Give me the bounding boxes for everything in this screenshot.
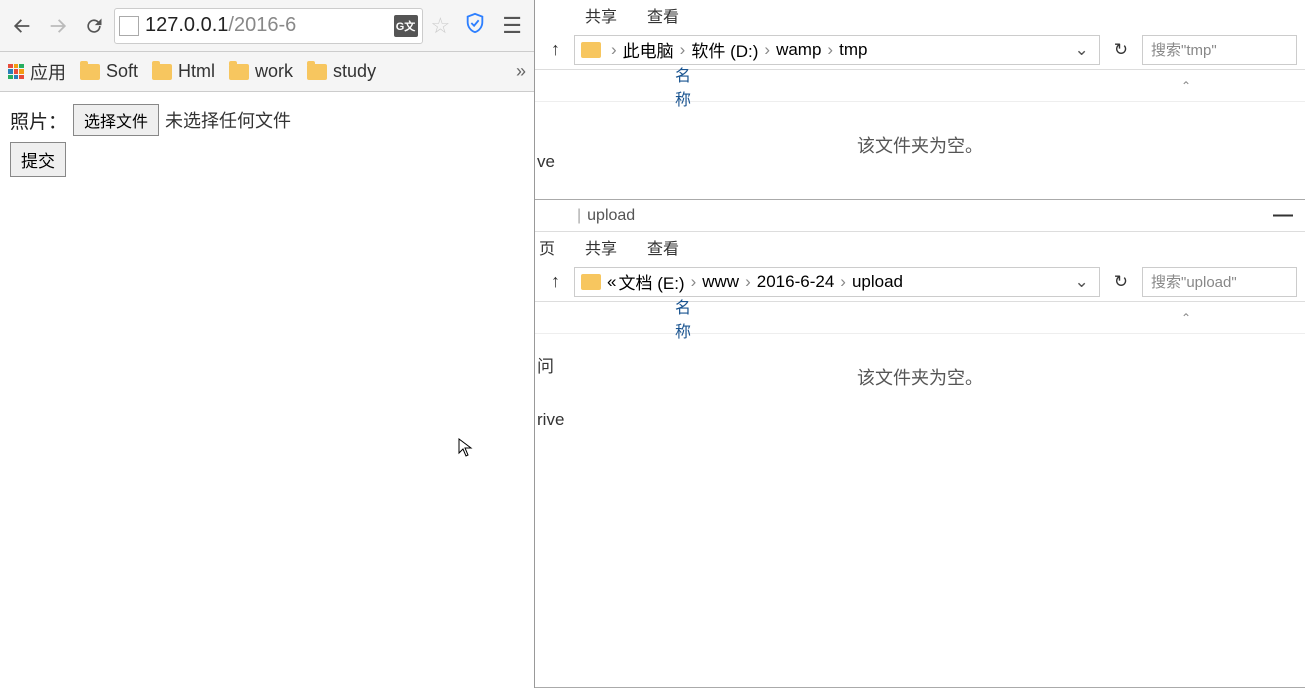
search-input[interactable]: 搜索"upload"	[1142, 267, 1297, 297]
bookmark-work[interactable]: work	[229, 61, 293, 82]
bookmark-html[interactable]: Html	[152, 61, 215, 82]
bookmark-label: Soft	[106, 61, 138, 82]
explorer-window-upload: | upload — 页 共享 查看 ↑ « 文档 (E:) › www › 2…	[535, 200, 1305, 688]
refresh-button[interactable]: ↻	[1106, 40, 1136, 60]
translate-icon[interactable]: G文	[394, 15, 418, 37]
title-bar: | upload —	[535, 200, 1305, 232]
empty-folder-message: 该文件夹为空。	[535, 334, 1305, 390]
chevron-right-icon: ›	[836, 272, 850, 292]
separator: |	[577, 207, 581, 225]
tab-view[interactable]: 查看	[647, 3, 679, 27]
breadcrumb-segment[interactable]: wamp	[776, 40, 821, 60]
bookmark-soft[interactable]: Soft	[80, 61, 138, 82]
bookmark-star-icon[interactable]: ☆	[431, 13, 451, 39]
breadcrumb-segment[interactable]: 软件 (D:)	[691, 37, 758, 62]
tab-share[interactable]: 共享	[585, 235, 617, 259]
tab-share[interactable]: 共享	[585, 3, 617, 27]
folder-icon	[229, 64, 249, 80]
apps-button[interactable]: 应用	[8, 59, 66, 85]
column-headers: 名称 ⌃ 修改日期	[535, 70, 1305, 102]
folder-icon	[152, 64, 172, 80]
mouse-cursor	[458, 438, 474, 463]
menu-icon[interactable]: ☰	[502, 13, 522, 39]
chevron-down-icon[interactable]: ⌄	[1071, 272, 1093, 292]
breadcrumb-prefix: «	[607, 272, 616, 292]
address-row: ↑ « 文档 (E:) › www › 2016-6-24 › upload ⌄…	[535, 262, 1305, 302]
chevron-down-icon[interactable]: ⌄	[1071, 40, 1093, 60]
refresh-button[interactable]: ↻	[1106, 272, 1136, 292]
folder-icon	[307, 64, 327, 80]
folder-icon	[581, 42, 601, 58]
bookmarks-overflow[interactable]: »	[516, 61, 526, 82]
submit-button[interactable]: 提交	[10, 142, 66, 177]
sort-indicator-icon: ⌃	[1181, 79, 1191, 93]
ribbon-tabs: 共享 查看	[535, 0, 1305, 30]
column-name[interactable]: 名称	[675, 294, 691, 342]
bookmarks-bar: 应用 Soft Html work study »	[0, 52, 534, 92]
breadcrumb-segment[interactable]: www	[702, 272, 739, 292]
window-title: upload	[587, 207, 635, 225]
side-text-fragment: 问	[537, 352, 554, 377]
chevron-right-icon: ›	[687, 272, 701, 292]
tab-view[interactable]: 查看	[647, 235, 679, 259]
folder-icon	[581, 274, 601, 290]
chevron-right-icon: ›	[676, 40, 690, 60]
bookmark-label: Html	[178, 61, 215, 82]
column-headers: 名称 ⌃ 修改日期	[535, 302, 1305, 334]
url-text: 127.0.0.1/2016-6	[145, 14, 390, 37]
minimize-button[interactable]: —	[1273, 204, 1293, 227]
address-row: ↑ › 此电脑 › 软件 (D:) › wamp › tmp ⌄ ↻ 搜索"tm…	[535, 30, 1305, 70]
folder-icon	[80, 64, 100, 80]
up-button[interactable]: ↑	[543, 39, 568, 60]
chevron-right-icon: ›	[760, 40, 774, 60]
breadcrumb-segment[interactable]: tmp	[839, 40, 867, 60]
explorer-window-tmp: 共享 查看 ↑ › 此电脑 › 软件 (D:) › wamp › tmp ⌄ ↻…	[535, 0, 1305, 200]
breadcrumb-segment[interactable]: upload	[852, 272, 903, 292]
breadcrumb-segment[interactable]: 文档 (E:)	[618, 269, 684, 294]
ribbon-tabs: 页 共享 查看	[535, 232, 1305, 262]
page-body: 照片： 选择文件 未选择任何文件 提交	[0, 92, 534, 189]
bookmark-study[interactable]: study	[307, 61, 376, 82]
side-text-fragment: rive	[537, 410, 564, 430]
search-input[interactable]: 搜索"tmp"	[1142, 35, 1297, 65]
chevron-right-icon: ›	[823, 40, 837, 60]
sort-indicator-icon: ⌃	[1181, 311, 1191, 325]
breadcrumb-segment[interactable]: 此电脑	[623, 37, 674, 62]
breadcrumb[interactable]: « 文档 (E:) › www › 2016-6-24 › upload ⌄	[574, 267, 1100, 297]
breadcrumb[interactable]: › 此电脑 › 软件 (D:) › wamp › tmp ⌄	[574, 35, 1100, 65]
file-upload-row: 照片： 选择文件 未选择任何文件	[10, 104, 524, 136]
up-button[interactable]: ↑	[543, 271, 568, 292]
browser-window: 127.0.0.1/2016-6 G文 ☆ ☰ 应用 Soft Html wor…	[0, 0, 535, 688]
page-icon	[119, 16, 139, 36]
choose-file-button[interactable]: 选择文件	[73, 104, 159, 136]
breadcrumb-segment[interactable]: 2016-6-24	[757, 272, 835, 292]
shield-icon[interactable]	[464, 12, 486, 40]
apps-label: 应用	[30, 59, 66, 85]
chevron-right-icon: ›	[607, 40, 621, 60]
side-text-fragment: ve	[537, 152, 555, 172]
file-status-text: 未选择任何文件	[165, 107, 291, 133]
column-name[interactable]: 名称	[675, 62, 691, 110]
tab-home-partial[interactable]: 页	[539, 235, 555, 259]
forward-button[interactable]	[42, 10, 74, 42]
address-bar[interactable]: 127.0.0.1/2016-6 G文	[114, 8, 423, 44]
browser-toolbar: 127.0.0.1/2016-6 G文 ☆ ☰	[0, 0, 534, 52]
back-button[interactable]	[6, 10, 38, 42]
reload-button[interactable]	[78, 10, 110, 42]
apps-icon	[8, 64, 24, 80]
bookmark-label: work	[255, 61, 293, 82]
chevron-right-icon: ›	[741, 272, 755, 292]
empty-folder-message: 该文件夹为空。	[535, 102, 1305, 158]
bookmark-label: study	[333, 61, 376, 82]
photo-label: 照片：	[10, 107, 67, 134]
